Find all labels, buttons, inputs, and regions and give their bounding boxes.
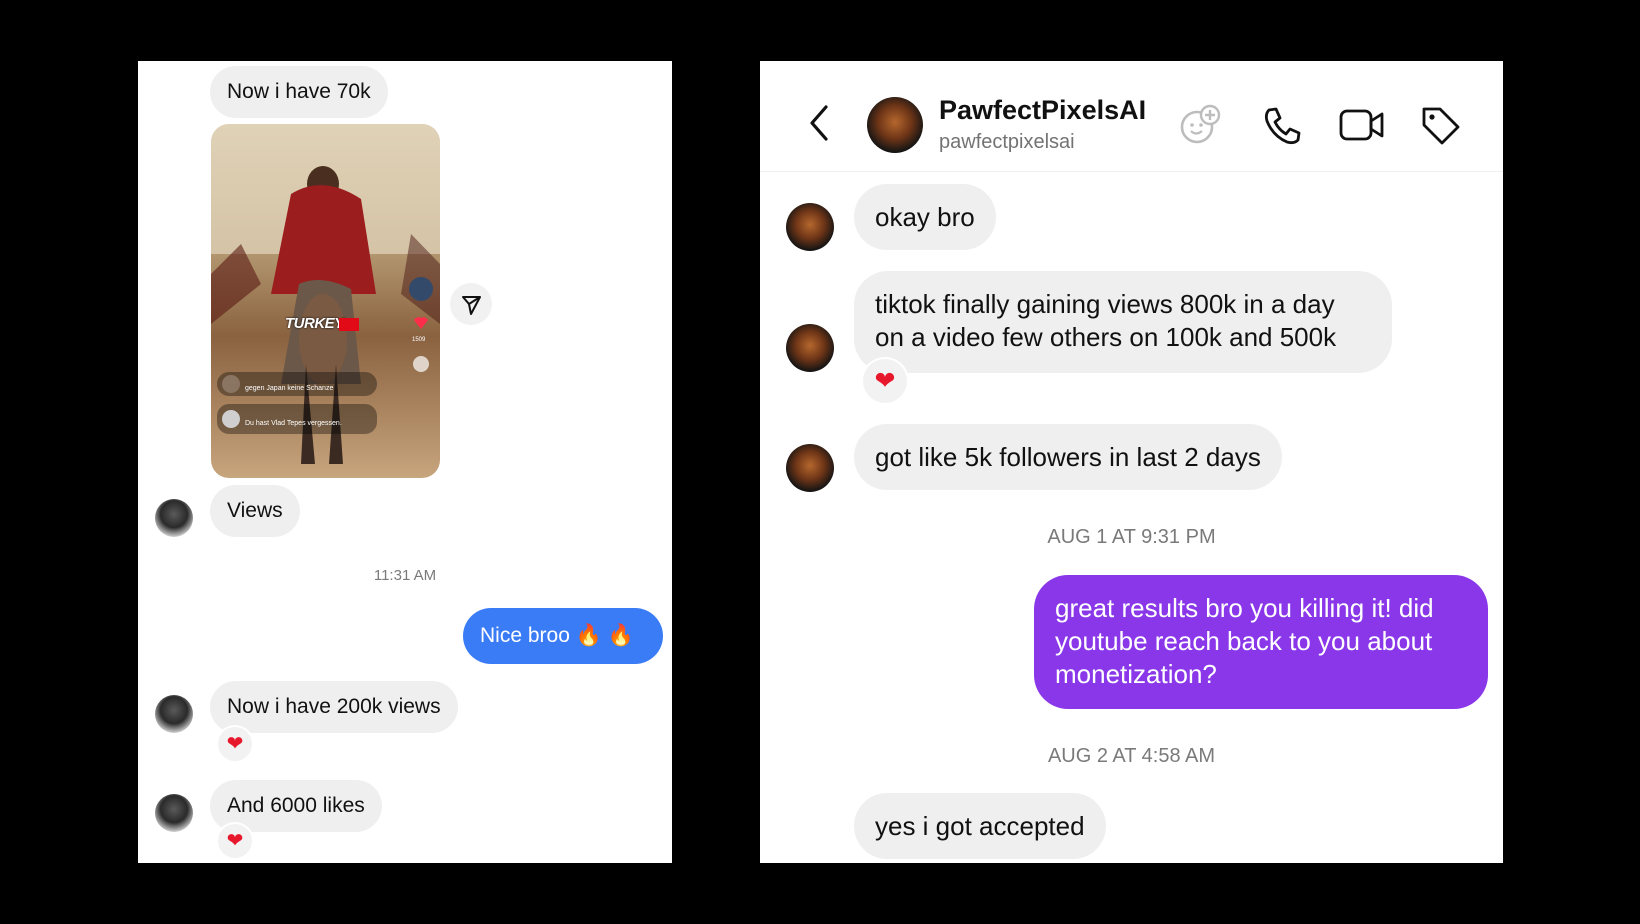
heart-reaction-icon[interactable]: ❤ bbox=[218, 824, 252, 858]
video-like-count: 1509 bbox=[412, 337, 426, 343]
message-text: Now i have 200k views bbox=[227, 695, 441, 718]
video-comment-2: Du hast Vlad Tepes vergessen. bbox=[245, 420, 342, 427]
message-text: Nice broo 🔥 🔥 bbox=[480, 624, 634, 647]
add-sticker-icon[interactable] bbox=[1178, 103, 1222, 147]
message-text-line: tiktok finally gaining views 800k in a d… bbox=[875, 289, 1335, 319]
video-caption-overlay: TURKEY bbox=[285, 315, 344, 332]
left-chat-panel: Now i have 70k TURKEY 1509 gegen Japan k… bbox=[138, 61, 672, 863]
message-bubble[interactable]: yes i got accepted bbox=[854, 793, 1106, 859]
message-text-line: monetization? bbox=[1055, 659, 1217, 689]
message-text-line: youtube reach back to you about bbox=[1055, 626, 1433, 656]
shared-video-thumbnail[interactable]: TURKEY 1509 gegen Japan keine Schanze Du… bbox=[211, 124, 440, 478]
message-text: got like 5k followers in last 2 days bbox=[875, 442, 1261, 472]
message-bubble[interactable]: tiktok finally gaining views 800k in a d… bbox=[854, 271, 1392, 373]
message-text-line: great results bro you killing it! did bbox=[1055, 593, 1434, 623]
message-bubble[interactable]: Now i have 70k bbox=[210, 66, 388, 118]
avatar[interactable] bbox=[786, 203, 834, 251]
phone-icon[interactable] bbox=[1260, 103, 1304, 147]
message-bubble[interactable]: Now i have 200k views bbox=[210, 681, 458, 733]
chat-header: PawfectPixelsAI pawfectpixelsai bbox=[760, 61, 1503, 172]
message-text: Views bbox=[227, 499, 283, 522]
message-text: yes i got accepted bbox=[875, 811, 1085, 841]
message-bubble[interactable]: got like 5k followers in last 2 days bbox=[854, 424, 1282, 490]
profile-avatar[interactable] bbox=[867, 97, 923, 153]
contact-display-name[interactable]: PawfectPixelsAI bbox=[939, 95, 1146, 126]
timestamp: AUG 2 AT 4:58 AM bbox=[1047, 745, 1216, 767]
heart-reaction-icon[interactable]: ❤ bbox=[863, 359, 907, 403]
send-share-icon[interactable] bbox=[450, 283, 492, 325]
sent-message-bubble[interactable]: Nice broo 🔥 🔥 bbox=[463, 608, 663, 664]
video-comment-1: gegen Japan keine Schanze bbox=[245, 385, 334, 392]
flag-icon bbox=[339, 318, 359, 331]
message-text: Now i have 70k bbox=[227, 80, 371, 103]
message-text-line: on a video few others on 100k and 500k bbox=[875, 322, 1337, 352]
avatar[interactable] bbox=[155, 794, 193, 832]
contact-username[interactable]: pawfectpixelsai bbox=[939, 131, 1075, 154]
message-bubble[interactable]: okay bro bbox=[854, 184, 996, 250]
sent-message-bubble[interactable]: great results bro you killing it! did yo… bbox=[1034, 575, 1488, 709]
video-camera-icon[interactable] bbox=[1338, 103, 1386, 147]
back-chevron-icon[interactable] bbox=[804, 103, 834, 143]
heart-reaction-icon[interactable]: ❤ bbox=[218, 727, 252, 761]
avatar[interactable] bbox=[786, 444, 834, 492]
timestamp: 11:31 AM bbox=[373, 567, 437, 584]
tag-icon[interactable] bbox=[1418, 103, 1462, 147]
avatar[interactable] bbox=[155, 499, 193, 537]
timestamp: AUG 1 AT 9:31 PM bbox=[1047, 526, 1216, 548]
message-text: And 6000 likes bbox=[227, 794, 365, 817]
message-bubble[interactable]: Views bbox=[210, 485, 300, 537]
right-chat-panel: PawfectPixelsAI pawfectpixelsai okay bro… bbox=[760, 61, 1503, 863]
message-text: okay bro bbox=[875, 202, 975, 232]
avatar[interactable] bbox=[155, 695, 193, 733]
avatar[interactable] bbox=[786, 324, 834, 372]
